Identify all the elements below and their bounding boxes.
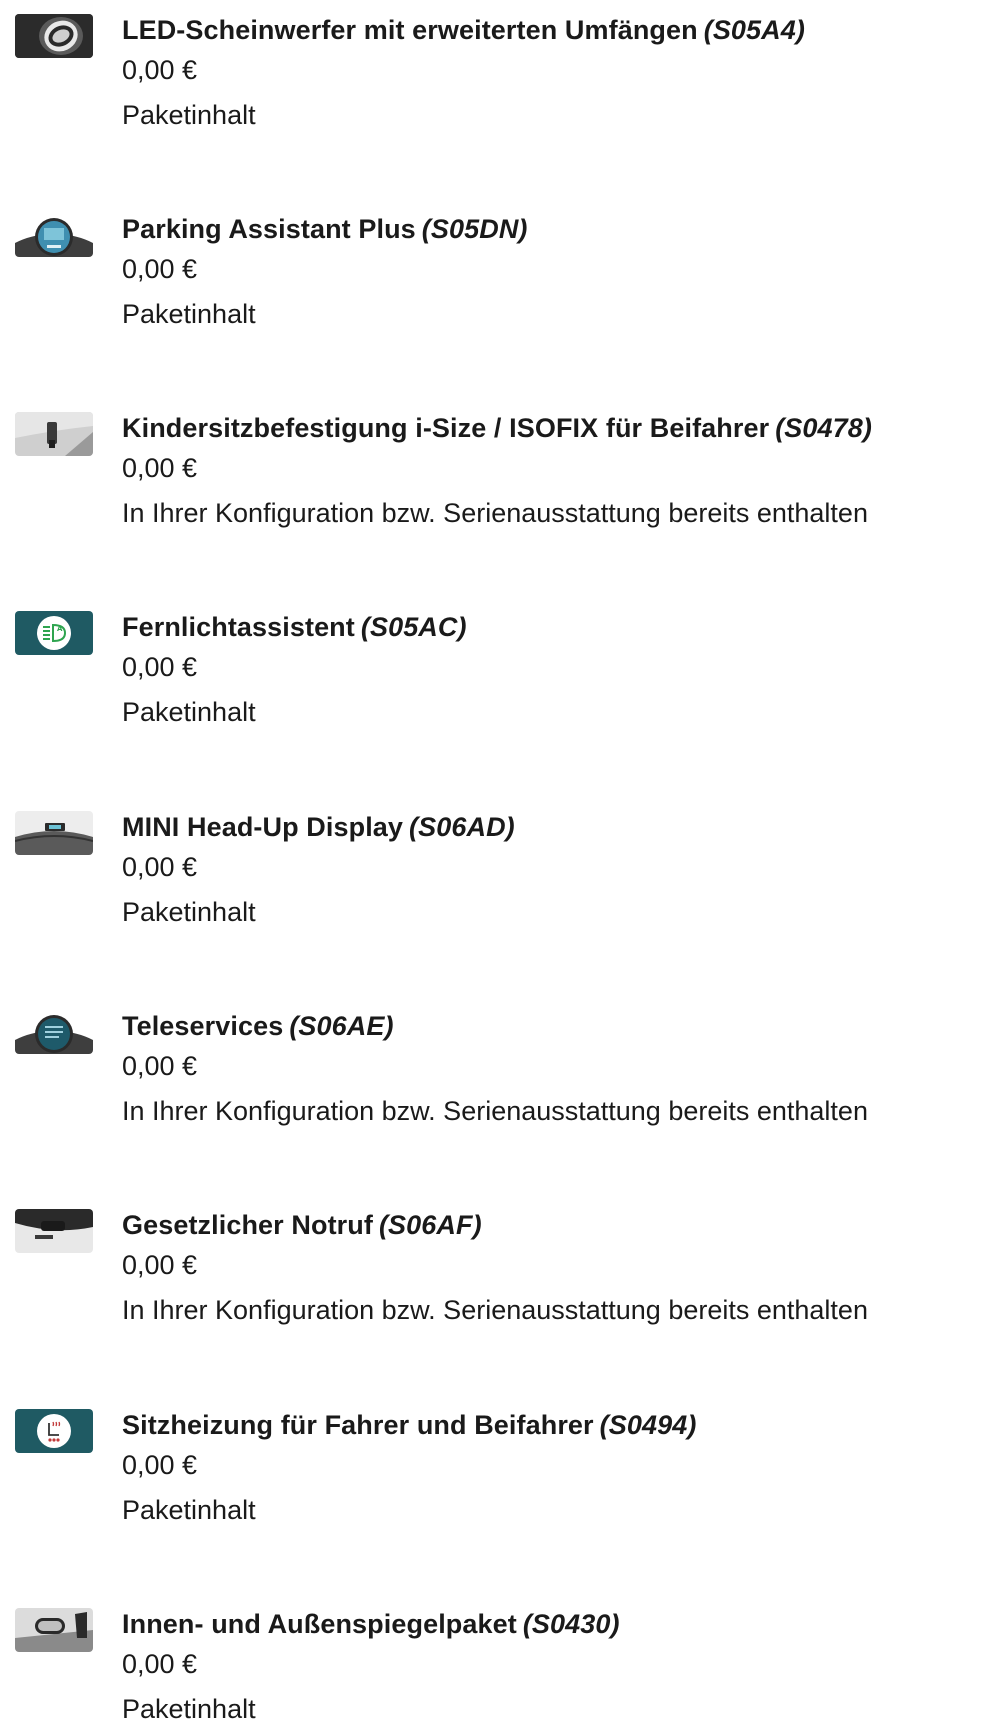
item-code: (S0478) <box>775 413 872 443</box>
item-note: Paketinhalt <box>122 299 256 329</box>
item-code: (S05AC) <box>360 612 467 642</box>
item-price: 0,00 € <box>122 1450 198 1480</box>
list-item: Innen- und Außenspiegelpaket (S0430) 0,00… <box>0 1594 987 1736</box>
seat-heating-icon <box>15 1409 93 1453</box>
list-item: A Fernlichtassistent (S05AC) 0,00 € Paket… <box>0 597 987 777</box>
item-title: LED-Scheinwerfer mit erweiterten Umfänge… <box>122 15 805 45</box>
item-note: Paketinhalt <box>122 897 256 927</box>
option-list: LED-Scheinwerfer mit erweiterten Umfänge… <box>0 0 987 1736</box>
item-price: 0,00 € <box>122 453 198 483</box>
list-item: Teleservices (S06AE) 0,00 € In Ihrer Konf… <box>0 996 987 1176</box>
item-price: 0,00 € <box>122 254 198 284</box>
list-item: Gesetzlicher Notruf (S06AF) 0,00 € In Ihr… <box>0 1195 987 1375</box>
list-item: MINI Head-Up Display (S06AD) 0,00 € Paket… <box>0 797 987 977</box>
item-price: 0,00 € <box>122 1250 198 1280</box>
mirror-package-icon <box>15 1608 93 1652</box>
list-item: Sitzheizung für Fahrer und Beifahrer (S04… <box>0 1395 987 1575</box>
list-item: Parking Assistant Plus (S05DN) 0,00 € Pak… <box>0 199 987 379</box>
led-headlight-icon <box>15 14 93 58</box>
list-item: LED-Scheinwerfer mit erweiterten Umfänge… <box>0 0 987 180</box>
emergency-call-icon <box>15 1209 93 1253</box>
item-code: (S06AF) <box>378 1210 482 1240</box>
head-up-display-icon <box>15 811 93 855</box>
high-beam-assist-icon: A <box>15 611 93 655</box>
item-title: Teleservices (S06AE) <box>122 1011 394 1041</box>
item-note: Paketinhalt <box>122 100 256 130</box>
item-price: 0,00 € <box>122 1051 198 1081</box>
item-note: In Ihrer Konfiguration bzw. Serienaussta… <box>122 1096 868 1126</box>
item-price: 0,00 € <box>122 55 198 85</box>
item-note: In Ihrer Konfiguration bzw. Serienaussta… <box>122 1295 868 1325</box>
teleservices-display-icon <box>15 1010 93 1054</box>
item-note: In Ihrer Konfiguration bzw. Serienaussta… <box>122 498 868 528</box>
item-price: 0,00 € <box>122 652 198 682</box>
item-code: (S05A4) <box>703 15 805 45</box>
item-title: Gesetzlicher Notruf (S06AF) <box>122 1210 482 1240</box>
parking-display-icon <box>15 213 93 257</box>
item-title: MINI Head-Up Display (S06AD) <box>122 812 515 842</box>
item-code: (S05DN) <box>421 214 528 244</box>
item-code: (S0494) <box>599 1410 697 1440</box>
item-title: Fernlichtassistent (S05AC) <box>122 612 467 642</box>
item-note: Paketinhalt <box>122 697 256 727</box>
item-code: (S06AD) <box>409 812 515 842</box>
list-item: Kindersitzbefestigung i-Size / ISOFIX fü… <box>0 398 987 578</box>
item-price: 0,00 € <box>122 1649 198 1679</box>
item-price: 0,00 € <box>122 852 198 882</box>
child-seat-mount-icon <box>15 412 93 456</box>
item-code: (S06AE) <box>289 1011 394 1041</box>
item-code: (S0430) <box>522 1609 620 1639</box>
item-title: Sitzheizung für Fahrer und Beifahrer (S04… <box>122 1410 697 1440</box>
item-note: Paketinhalt <box>122 1495 256 1525</box>
item-title: Parking Assistant Plus (S05DN) <box>122 214 528 244</box>
item-note: Paketinhalt <box>122 1694 256 1724</box>
svg-text:A: A <box>57 625 63 633</box>
item-title: Innen- und Außenspiegelpaket (S0430) <box>122 1609 620 1639</box>
item-title: Kindersitzbefestigung i-Size / ISOFIX fü… <box>122 413 872 443</box>
